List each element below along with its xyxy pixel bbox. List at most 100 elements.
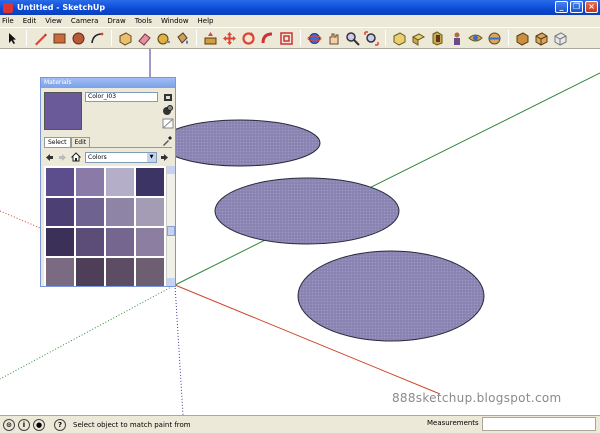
main-toolbar <box>0 27 600 49</box>
material-swatch[interactable] <box>136 168 164 196</box>
swatch-scrollbar[interactable] <box>166 166 175 286</box>
toolbar-separator <box>196 30 197 46</box>
painted-face-1[interactable] <box>159 119 321 167</box>
make-component-icon[interactable] <box>117 30 134 47</box>
material-name-field[interactable]: Color_I03 <box>85 92 158 102</box>
material-swatch[interactable] <box>106 228 134 256</box>
measurements-input[interactable] <box>482 417 596 431</box>
display-secondary-icon[interactable] <box>162 92 174 103</box>
details-arrow-icon[interactable] <box>159 152 170 163</box>
rotate-icon[interactable] <box>240 30 257 47</box>
window-title: Untitled - SketchUp <box>17 3 106 12</box>
current-material-swatch[interactable] <box>44 92 82 130</box>
shaded-view-icon[interactable] <box>552 30 569 47</box>
material-swatch[interactable] <box>76 198 104 226</box>
move-icon[interactable] <box>221 30 238 47</box>
material-swatch[interactable] <box>136 198 164 226</box>
material-swatch[interactable] <box>76 168 104 196</box>
material-swatch[interactable] <box>106 168 134 196</box>
minimize-button[interactable]: _ <box>555 1 568 13</box>
material-swatch-grid <box>44 166 166 286</box>
material-swatch[interactable] <box>46 198 74 226</box>
measurements-label: Measurements <box>427 419 479 427</box>
select-tool-icon[interactable] <box>4 30 21 47</box>
scroll-up-arrow[interactable] <box>167 166 175 174</box>
material-swatch[interactable] <box>76 228 104 256</box>
chevron-down-icon[interactable]: ▼ <box>147 152 156 162</box>
top-view-icon[interactable] <box>410 30 427 47</box>
material-swatch[interactable] <box>46 228 74 256</box>
collection-dropdown[interactable]: Colors ▼ <box>85 151 157 163</box>
materials-panel: Materials Color_I03 Select Edit Colors ▼ <box>40 77 176 287</box>
material-swatch[interactable] <box>106 198 134 226</box>
offset-icon[interactable] <box>278 30 295 47</box>
collection-nav-row: Colors ▼ <box>44 151 174 163</box>
credits-icon[interactable]: i <box>18 418 30 431</box>
material-swatch[interactable] <box>136 228 164 256</box>
follow-me-icon[interactable] <box>259 30 276 47</box>
menu-draw[interactable]: Draw <box>107 17 125 25</box>
toolbar-separator <box>508 30 509 46</box>
arc-tool-icon[interactable] <box>89 30 106 47</box>
pencil-tool-icon[interactable] <box>32 30 49 47</box>
forward-arrow-icon[interactable] <box>57 152 68 163</box>
orbit-icon[interactable] <box>306 30 323 47</box>
blue-axis-negative <box>174 284 184 415</box>
create-material-icon[interactable] <box>162 105 174 116</box>
maximize-button[interactable]: ❐ <box>570 1 583 13</box>
instructor-help-icon[interactable]: ? <box>54 418 66 431</box>
collection-dropdown-value: Colors <box>88 153 107 161</box>
tab-edit[interactable]: Edit <box>70 137 91 147</box>
menu-bar: File Edit View Camera Draw Tools Window … <box>0 15 600 27</box>
xray-view-icon[interactable] <box>514 30 531 47</box>
user-icon[interactable]: ● <box>33 418 45 431</box>
watermark-text: 888sketchup.blogspot.com <box>392 391 562 405</box>
scroll-down-arrow[interactable] <box>167 278 175 286</box>
material-swatch[interactable] <box>46 258 74 286</box>
tab-select[interactable]: Select <box>44 137 71 147</box>
paint-bucket-icon[interactable] <box>174 30 191 47</box>
material-swatch[interactable] <box>136 258 164 286</box>
toolbar-separator <box>385 30 386 46</box>
menu-tools[interactable]: Tools <box>135 17 152 25</box>
sample-paint-eyedropper-icon[interactable] <box>162 135 172 146</box>
default-material-icon[interactable] <box>162 118 174 129</box>
green-axis-negative <box>0 284 176 380</box>
painted-face-2[interactable] <box>214 177 400 245</box>
eraser-icon[interactable] <box>136 30 153 47</box>
iso-view-icon[interactable] <box>391 30 408 47</box>
materials-title[interactable]: Materials <box>41 78 175 88</box>
status-bar: ⊙ i ● ? Select object to match paint fro… <box>0 415 600 433</box>
zoom-extents-icon[interactable] <box>363 30 380 47</box>
toolbar-separator <box>111 30 112 46</box>
push-pull-icon[interactable] <box>202 30 219 47</box>
right-view-icon[interactable] <box>448 30 465 47</box>
home-icon[interactable] <box>70 152 81 163</box>
material-swatch[interactable] <box>46 168 74 196</box>
left-view-icon[interactable] <box>486 30 503 47</box>
geo-location-icon[interactable]: ⊙ <box>3 418 15 431</box>
pan-icon[interactable] <box>325 30 342 47</box>
status-message: Select object to match paint from <box>73 420 191 429</box>
menu-file[interactable]: File <box>2 17 14 25</box>
front-view-icon[interactable] <box>429 30 446 47</box>
wireframe-view-icon[interactable] <box>533 30 550 47</box>
menu-window[interactable]: Window <box>161 17 189 25</box>
menu-view[interactable]: View <box>45 17 62 25</box>
material-swatch[interactable] <box>106 258 134 286</box>
close-button[interactable]: × <box>585 1 598 13</box>
back-view-icon[interactable] <box>467 30 484 47</box>
tape-measure-icon[interactable] <box>155 30 172 47</box>
toolbar-separator <box>300 30 301 46</box>
zoom-icon[interactable] <box>344 30 361 47</box>
menu-help[interactable]: Help <box>198 17 214 25</box>
tab-divider <box>44 147 172 148</box>
circle-tool-icon[interactable] <box>70 30 87 47</box>
menu-edit[interactable]: Edit <box>23 17 37 25</box>
rectangle-tool-icon[interactable] <box>51 30 68 47</box>
back-arrow-icon[interactable] <box>44 152 55 163</box>
menu-camera[interactable]: Camera <box>71 17 98 25</box>
painted-face-3[interactable] <box>297 250 485 342</box>
scroll-thumb[interactable] <box>167 226 175 236</box>
material-swatch[interactable] <box>76 258 104 286</box>
